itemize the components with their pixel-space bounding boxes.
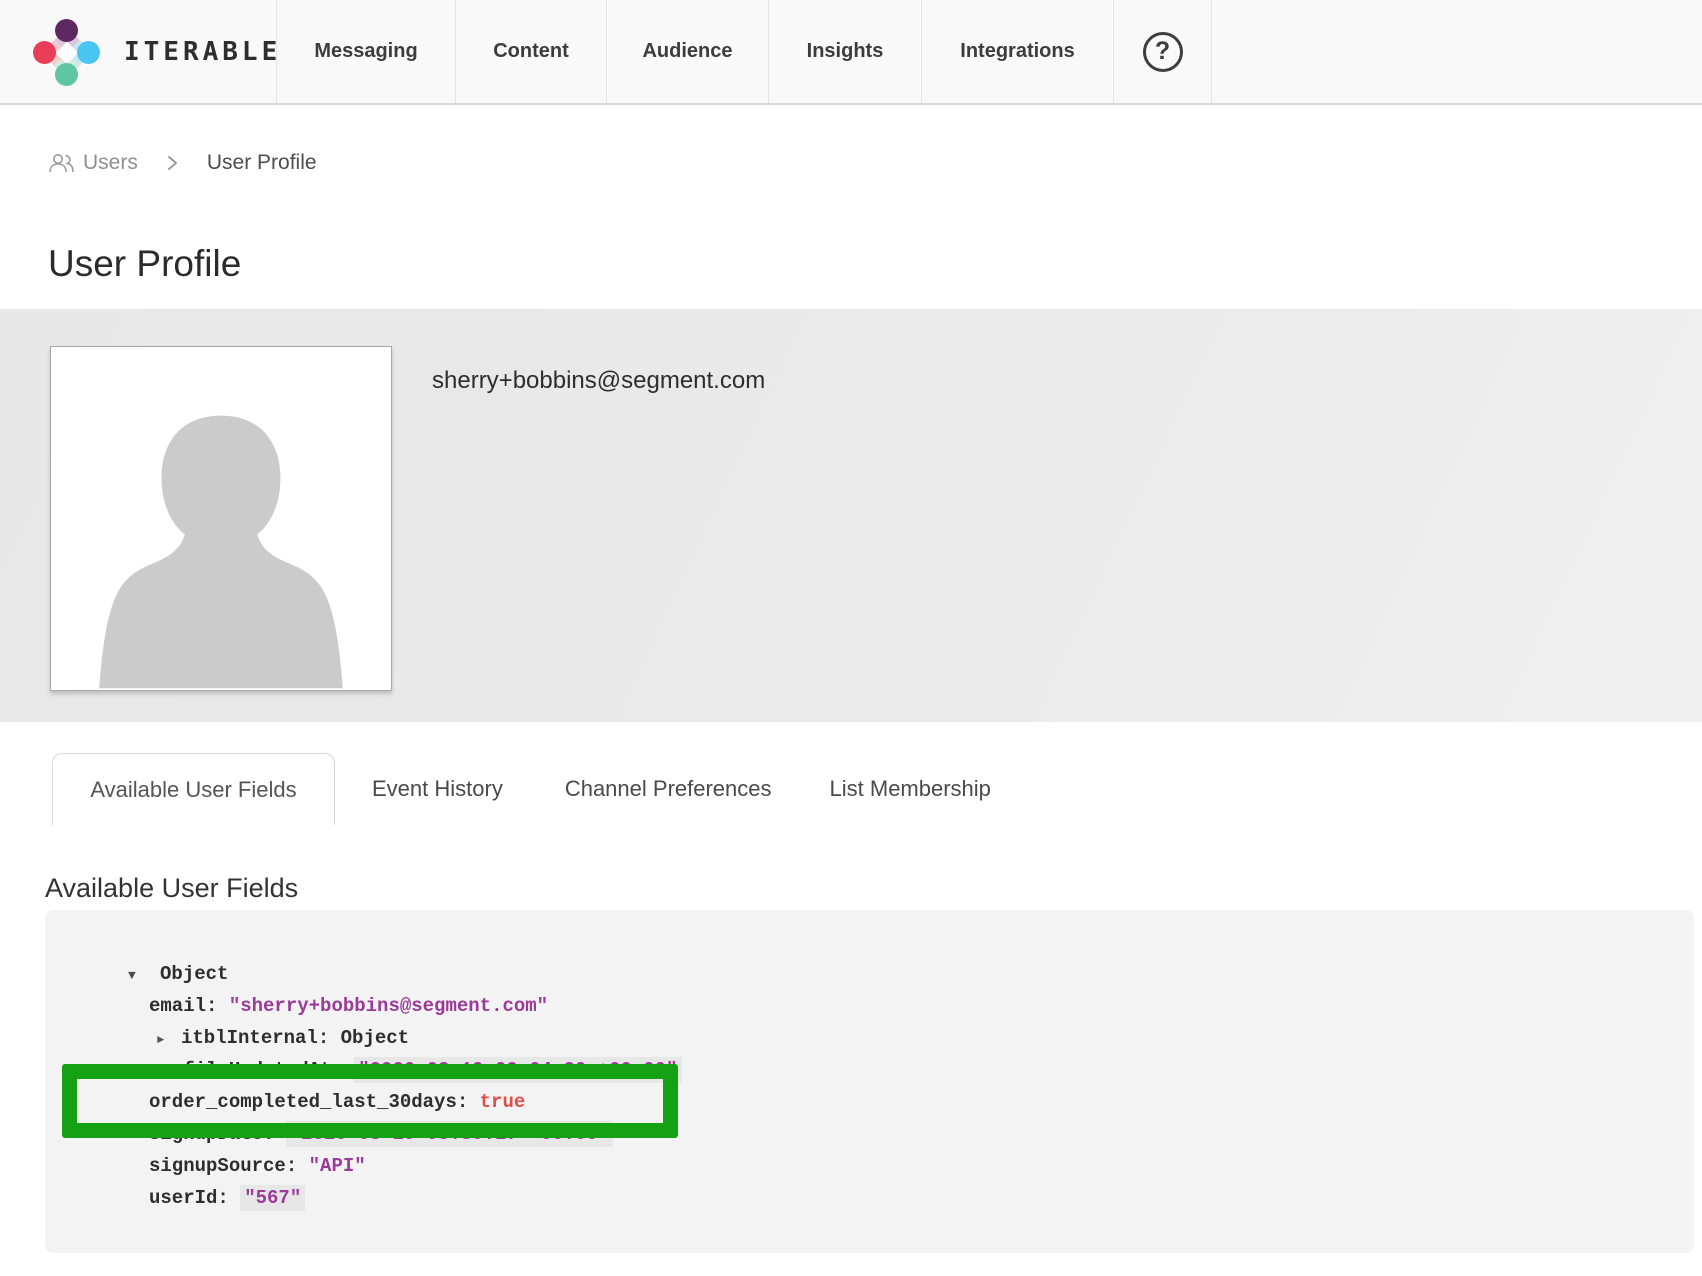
top-nav: ITERABLE MessagingContentAudienceInsight… (0, 0, 1702, 105)
profile-tabs: Available User Fields Event History Channe… (0, 753, 1702, 825)
iterable-logo[interactable]: ITERABLE (0, 0, 276, 103)
tab-list-membership[interactable]: List Membership (830, 753, 991, 825)
breadcrumb-parent-label: Users (83, 151, 138, 175)
nav-item-insights[interactable]: Insights (768, 0, 921, 103)
json-row-root: ▼ Object (45, 958, 1694, 990)
json-root-label: Object (160, 963, 228, 985)
expand-arrow-icon[interactable]: ► (157, 1024, 171, 1056)
json-key: signupDate: (149, 1123, 286, 1145)
json-row-itblInternal: ► itblInternal: Object (45, 1022, 1694, 1054)
main-nav: MessagingContentAudienceInsightsIntegrat… (276, 0, 1113, 103)
help-icon: ? (1143, 32, 1183, 72)
json-value: "2020-03-19 03:39:17 +00:00" (286, 1121, 613, 1147)
breadcrumb-current-label: User Profile (207, 151, 317, 175)
json-value: "567" (240, 1185, 305, 1211)
profile-hero: sherry+bobbins@segment.com (0, 309, 1702, 722)
json-key: userId: (149, 1187, 240, 1209)
json-tree: ▼ Object email: "sherry+bobbins@segment.co… (45, 958, 1694, 1214)
iterable-logo-icon (20, 6, 112, 98)
json-key: email: (149, 995, 229, 1017)
tab-available-user-fields[interactable]: Available User Fields (52, 753, 335, 825)
json-key: itblInternal: (181, 1027, 341, 1049)
chevron-right-icon (166, 153, 179, 173)
avatar (50, 346, 392, 691)
page-title: User Profile (48, 243, 1702, 285)
json-value: true (480, 1091, 526, 1113)
breadcrumb-users-link[interactable]: Users (48, 151, 138, 175)
fields-section-heading: Available User Fields (45, 873, 1702, 904)
json-key: signupSource: (149, 1155, 309, 1177)
json-row-signupDate: signupDate: "2020-03-19 03:39:17 +00:00" (45, 1118, 1694, 1150)
user-fields-json-viewer: ▼ Object email: "sherry+bobbins@segment.co… (45, 910, 1694, 1253)
json-value: "2020-03-19 09:04:30 +00:00" (354, 1057, 681, 1083)
nav-item-content[interactable]: Content (455, 0, 606, 103)
brand-wordmark: ITERABLE (124, 37, 281, 67)
breadcrumb: Users User Profile (48, 147, 1702, 179)
tab-event-history[interactable]: Event History (372, 753, 503, 825)
json-row-userId: userId: "567" (45, 1182, 1694, 1214)
json-row-order_completed_last_30days: order_completed_last_30days: true (45, 1086, 1694, 1118)
profile-email: sherry+bobbins@segment.com (432, 367, 765, 395)
nav-item-integrations[interactable]: Integrations (921, 0, 1113, 103)
tab-channel-preferences[interactable]: Channel Preferences (565, 753, 772, 825)
json-row-email: email: "sherry+bobbins@segment.com" (45, 990, 1694, 1022)
users-icon (48, 152, 75, 174)
json-value: Object (341, 1027, 409, 1049)
json-value: "API" (309, 1155, 366, 1177)
json-key: order_completed_last_30days: (149, 1091, 480, 1113)
nav-item-audience[interactable]: Audience (606, 0, 768, 103)
avatar-silhouette-icon (76, 381, 366, 691)
help-button[interactable]: ? (1113, 0, 1212, 103)
json-value: "sherry+bobbins@segment.com" (229, 995, 548, 1017)
nav-item-messaging[interactable]: Messaging (276, 0, 455, 103)
json-row-signupSource: signupSource: "API" (45, 1150, 1694, 1182)
json-row-profileUpdatedAt: profileUpdatedAt: "2020-03-19 09:04:30 +… (45, 1054, 1694, 1086)
json-key: profileUpdatedAt: (149, 1059, 354, 1081)
collapse-arrow-icon[interactable]: ▼ (128, 960, 148, 992)
